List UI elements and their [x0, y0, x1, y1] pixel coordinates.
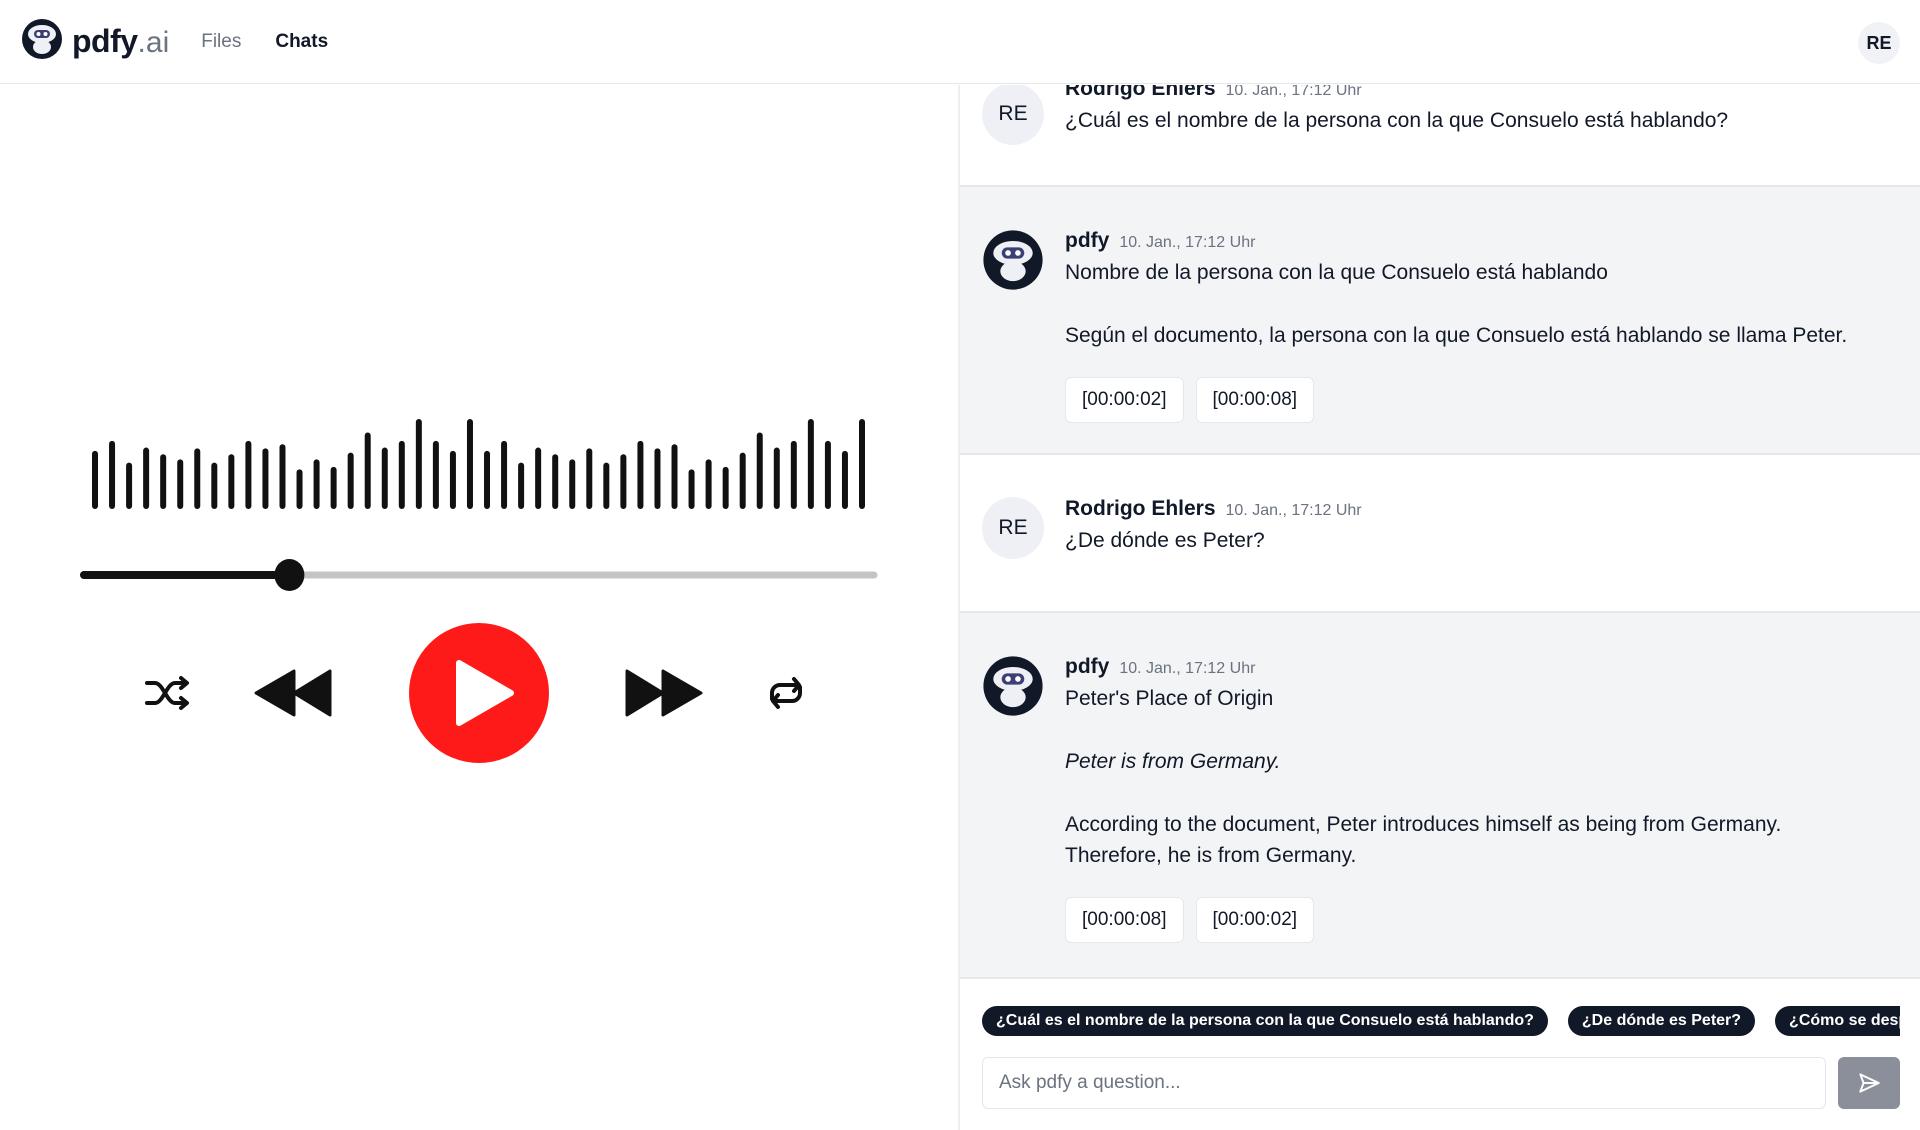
- message-timestamp: 10. Jan., 17:12 Uhr: [1225, 85, 1362, 99]
- message-author: Rodrigo Ehlers: [1065, 497, 1216, 520]
- message-timestamp: 10. Jan., 17:12 Uhr: [1225, 502, 1362, 519]
- send-button[interactable]: [1838, 1057, 1900, 1109]
- repeat-icon[interactable]: [770, 677, 802, 709]
- robot-avatar-icon: [983, 230, 1043, 290]
- user-avatar[interactable]: RE: [1858, 22, 1900, 64]
- answer-title: Nombre de la persona con la que Consuelo…: [1065, 261, 1608, 284]
- pdfy-bot-avatar: [982, 655, 1044, 717]
- rewind-icon[interactable]: [254, 669, 332, 717]
- robot-avatar-icon: [983, 656, 1043, 716]
- chat-message: pdfy 10. Jan., 17:12 Uhr Nombre de la pe…: [960, 187, 1920, 455]
- answer-title: Peter's Place of Origin: [1065, 687, 1274, 710]
- timestamp-reference-button[interactable]: [00:00:02]: [1065, 377, 1184, 423]
- progress-knob[interactable]: [274, 559, 305, 591]
- player-controls: [145, 623, 802, 763]
- answer-summary: Peter is from Germany.: [1065, 750, 1281, 773]
- message-text: ¿Cuál es el nombre de la persona con la …: [1065, 109, 1729, 132]
- timestamp-references: [00:00:02] [00:00:08]: [1065, 377, 1900, 423]
- suggestion-chip[interactable]: ¿De dónde es Peter?: [1567, 1006, 1756, 1036]
- answer-paragraph: Según el documento, la persona con la qu…: [1065, 324, 1848, 347]
- ask-question-input[interactable]: [982, 1057, 1826, 1109]
- timestamp-reference-button[interactable]: [00:00:08]: [1065, 897, 1184, 943]
- send-icon: [1859, 1073, 1880, 1093]
- waveform: [92, 419, 865, 509]
- timestamp-reference-button[interactable]: [00:00:08]: [1195, 377, 1315, 423]
- audio-player: [80, 419, 878, 763]
- chat-message: RE Rodrigo Ehlers 10. Jan., 17:12 Uhr ¿D…: [960, 455, 1920, 613]
- answer-paragraph: According to the document, Peter introdu…: [1065, 813, 1782, 867]
- robot-logo-icon: [20, 17, 64, 66]
- fast-forward-icon[interactable]: [625, 669, 703, 717]
- chat-message: pdfy 10. Jan., 17:12 Uhr Peter's Place o…: [960, 613, 1920, 979]
- user-message-avatar: RE: [982, 85, 1044, 145]
- message-author: pdfy: [1065, 229, 1110, 252]
- logo[interactable]: pdfy.ai: [20, 17, 169, 66]
- chat-composer: ¿Cuál es el nombre de la persona con la …: [960, 985, 1920, 1130]
- pdfy-bot-avatar: [982, 229, 1044, 291]
- suggestion-chip[interactable]: ¿Cómo se despide Consuelo?: [1775, 1006, 1900, 1036]
- message-author: pdfy: [1065, 655, 1110, 678]
- timestamp-reference-button[interactable]: [00:00:02]: [1195, 897, 1315, 943]
- top-navigation-bar: pdfy.ai Files Chats RE: [0, 0, 1920, 84]
- message-author: Rodrigo Ehlers: [1065, 85, 1216, 100]
- suggested-questions: ¿Cuál es el nombre de la persona con la …: [982, 1006, 1900, 1038]
- nav-chats[interactable]: Chats: [275, 31, 328, 53]
- suggestion-chip[interactable]: ¿Cuál es el nombre de la persona con la …: [982, 1006, 1548, 1036]
- timestamp-references: [00:00:08] [00:00:02]: [1065, 897, 1900, 943]
- play-button[interactable]: [409, 623, 549, 763]
- media-viewer-pane: [0, 85, 958, 1130]
- chat-message: RE Rodrigo Ehlers 10. Jan., 17:12 Uhr ¿C…: [960, 85, 1920, 187]
- message-list: RE Rodrigo Ehlers 10. Jan., 17:12 Uhr ¿C…: [960, 85, 1920, 985]
- message-timestamp: 10. Jan., 17:12 Uhr: [1119, 660, 1256, 677]
- brand-name: pdfy.ai: [72, 23, 170, 59]
- shuffle-icon[interactable]: [145, 676, 189, 710]
- message-timestamp: 10. Jan., 17:12 Uhr: [1119, 234, 1256, 251]
- progress-slider[interactable]: [80, 559, 878, 591]
- chat-pane: RE Rodrigo Ehlers 10. Jan., 17:12 Uhr ¿C…: [960, 85, 1920, 1130]
- message-text: ¿De dónde es Peter?: [1065, 529, 1265, 552]
- user-message-avatar: RE: [982, 497, 1044, 559]
- nav-files[interactable]: Files: [201, 31, 241, 53]
